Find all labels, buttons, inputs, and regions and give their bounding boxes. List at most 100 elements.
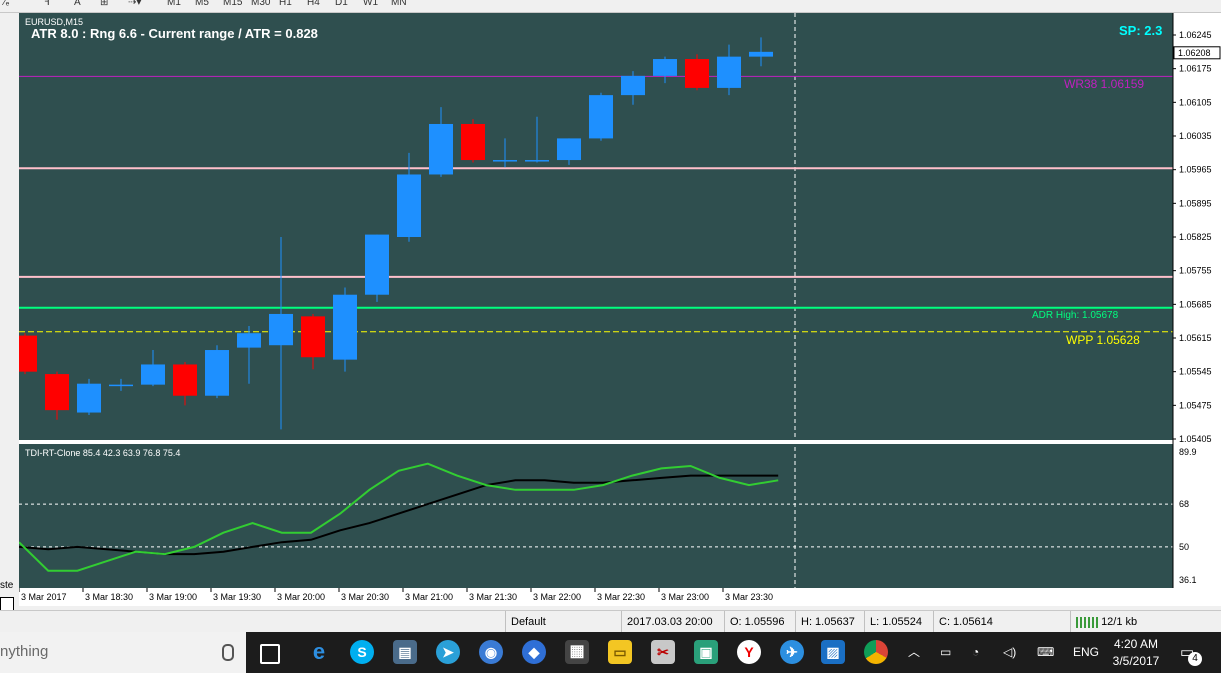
symbol-title: EURUSD,M15 xyxy=(25,17,83,27)
time-tick-label: 3 Mar 19:00 xyxy=(149,592,197,602)
candle-body xyxy=(333,294,357,360)
candle-body xyxy=(237,333,261,348)
skype-icon[interactable]: S xyxy=(350,640,374,664)
remote-app-icon[interactable]: ▣ xyxy=(694,640,718,664)
candle-body xyxy=(461,123,485,161)
bar-high: H: 1.05637 xyxy=(795,611,863,633)
timeframe-w1[interactable]: W1 xyxy=(363,0,378,8)
bar-close: C: 1.05614 xyxy=(933,611,1001,633)
tray-expand-icon[interactable]: ︿ xyxy=(908,632,920,673)
time-tick-label: 3 Mar 20:30 xyxy=(341,592,389,602)
price-tick-label: 1.06175 xyxy=(1179,64,1212,74)
price-tick-label: 1.05825 xyxy=(1179,232,1212,242)
time-tick-label: 3 Mar 22:30 xyxy=(597,592,645,602)
bar-low: L: 1.05524 xyxy=(864,611,932,633)
arrows-tool-icon[interactable]: ⇢▾ xyxy=(128,0,141,8)
candle-body xyxy=(653,59,677,76)
price-chart[interactable]: 1.06245 1.06175 1.06105 1.06035 1.05965 1.058… xyxy=(13,13,1221,606)
wifi-icon[interactable]: ◔ xyxy=(972,632,979,673)
time-tick-label: 3 Mar 20:00 xyxy=(277,592,325,602)
task-view-icon[interactable] xyxy=(260,644,280,664)
timeframe-m1[interactable]: M1 xyxy=(167,0,181,8)
time-tick-label: 3 Mar 23:00 xyxy=(661,592,709,602)
chart-window[interactable]: 1.06245 1.06175 1.06105 1.06035 1.05965 1.058… xyxy=(13,13,1221,606)
clock[interactable]: 4:20 AM 3/5/2017 xyxy=(1108,636,1164,670)
bar-open: O: 1.05596 xyxy=(724,611,795,633)
candle-body xyxy=(301,316,325,358)
clock-date: 3/5/2017 xyxy=(1112,654,1160,668)
left-panel-text: ste xyxy=(0,580,14,591)
connection-bars-icon xyxy=(1076,616,1098,628)
spread-label: SP: 2.3 xyxy=(1119,23,1162,38)
bar-datetime: 2017.03.03 20:00 xyxy=(621,611,725,633)
app-icon-blue[interactable]: ◉ xyxy=(479,640,503,664)
candle-body xyxy=(525,160,549,162)
time-tick-label: 3 Mar 21:00 xyxy=(405,592,453,602)
price-tick-label: 1.05685 xyxy=(1179,299,1212,309)
indicator-level-label: 36.1 xyxy=(1179,575,1197,585)
candle-body xyxy=(205,350,229,396)
text-tool-icon[interactable]: A xyxy=(74,0,81,8)
candle-body xyxy=(365,234,389,295)
price-tick-label: 1.05965 xyxy=(1179,165,1212,175)
price-tick-label: 1.06035 xyxy=(1179,131,1212,141)
indicator-level-label: 50 xyxy=(1179,542,1189,552)
edge-icon[interactable]: e xyxy=(307,640,331,664)
price-tick-label: 1.06245 xyxy=(1179,30,1212,40)
price-tick-label: 1.05545 xyxy=(1179,367,1212,377)
indicator-level-label: 68 xyxy=(1179,499,1189,509)
app-icon-cube[interactable]: ◆ xyxy=(522,640,546,664)
candle-body xyxy=(621,75,645,96)
language-indicator[interactable]: ENG xyxy=(1073,632,1099,673)
volume-icon[interactable]: ◁) xyxy=(1003,632,1016,673)
adr-high-label: ADR High: 1.05678 xyxy=(1032,310,1119,321)
metatrader-icon[interactable]: ▤ xyxy=(393,640,417,664)
wr38-label: WR38 1.06159 xyxy=(1064,77,1144,91)
timeframe-mn[interactable]: MN xyxy=(391,0,407,8)
window-separator xyxy=(19,440,1173,444)
candle-body xyxy=(173,364,197,396)
telegram-icon[interactable]: ➤ xyxy=(436,640,460,664)
battery-icon[interactable]: ▭ xyxy=(940,632,951,673)
candle-body xyxy=(109,384,133,387)
file-explorer-icon[interactable]: ▭ xyxy=(608,640,632,664)
wpp-label: WPP 1.05628 xyxy=(1066,333,1140,347)
fibo-tool-icon[interactable]: ꟻ xyxy=(44,0,50,8)
timeframe-h4[interactable]: H4 xyxy=(307,0,320,8)
status-bar: Default 2017.03.03 20:00 O: 1.05596 H: 1… xyxy=(0,610,1221,633)
price-tick-label: 1.06105 xyxy=(1179,97,1212,107)
candle-body xyxy=(397,174,421,237)
airplane-app-icon[interactable]: ✈ xyxy=(780,640,804,664)
microphone-icon[interactable] xyxy=(222,644,234,661)
search-text: nything xyxy=(0,643,49,660)
candle-body xyxy=(717,56,741,88)
line-tool-icon[interactable]: ⁄ₑ xyxy=(4,0,9,8)
snipping-tool-icon[interactable]: ✂ xyxy=(651,640,675,664)
chrome-icon[interactable] xyxy=(864,640,888,664)
price-tick-label: 1.05755 xyxy=(1179,266,1212,276)
traffic-text: 12/1 kb xyxy=(1101,616,1138,628)
connection-status: 12/1 kb xyxy=(1070,611,1216,633)
candle-body xyxy=(749,51,773,57)
keyboard-icon[interactable]: ⌨ xyxy=(1037,632,1054,673)
search-box[interactable]: nything xyxy=(0,632,246,673)
toolbar: ⁄ₑ ꟻ A ⊞ ⇢▾ M1 M5 M15 M30 H1 H4 D1 W1 MN xyxy=(0,0,1221,13)
calculator-icon[interactable]: ▦ xyxy=(565,640,589,664)
tdi-signal-line xyxy=(18,474,779,556)
time-tick-label: 3 Mar 23:30 xyxy=(725,592,773,602)
timeframe-h1[interactable]: H1 xyxy=(279,0,292,8)
yandex-icon[interactable]: Y xyxy=(737,640,761,664)
timeframe-m30[interactable]: M30 xyxy=(251,0,270,8)
time-tick-label: 3 Mar 22:00 xyxy=(533,592,581,602)
time-tick-label: 3 Mar 2017 xyxy=(21,592,67,602)
time-tick-label: 3 Mar 18:30 xyxy=(85,592,133,602)
candle-body xyxy=(685,59,709,88)
timeframe-d1[interactable]: D1 xyxy=(335,0,348,8)
timeframe-m15[interactable]: M15 xyxy=(223,0,242,8)
price-tick-label: 1.05405 xyxy=(1179,434,1212,444)
label-tool-icon[interactable]: ⊞ xyxy=(100,0,108,8)
taskbar: nything e S ▤ ➤ ◉ ◆ ▦ ▭ ✂ ▣ Y ✈ ▨ ︿ ▭ ◔ … xyxy=(0,632,1221,673)
store-icon[interactable]: ▨ xyxy=(821,640,845,664)
time-tick-label: 3 Mar 19:30 xyxy=(213,592,261,602)
timeframe-m5[interactable]: M5 xyxy=(195,0,209,8)
